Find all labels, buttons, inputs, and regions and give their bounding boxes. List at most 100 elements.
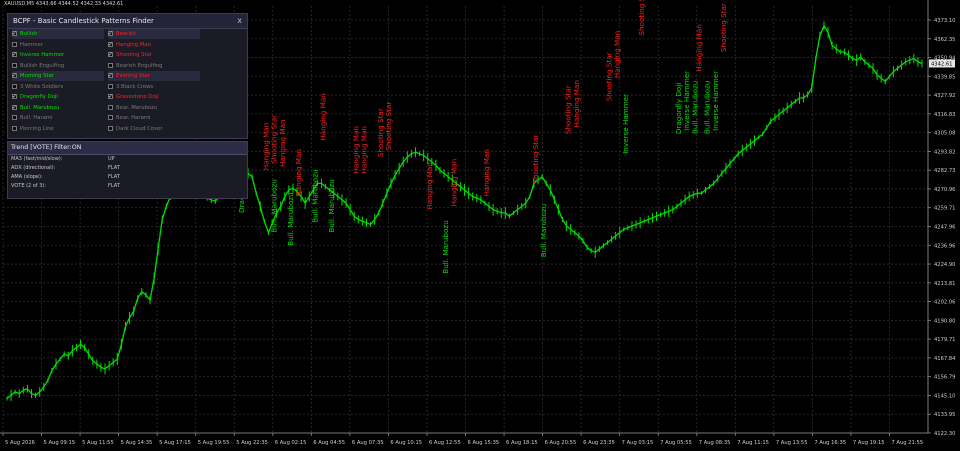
x-tick-label: 6 Aug 20:55 (545, 440, 577, 446)
pattern-toggle[interactable]: Shooting Star (108, 50, 200, 60)
pattern-label: Bear. Harami (116, 115, 151, 121)
pattern-toggle[interactable]: Bear. Harami (108, 113, 200, 123)
pattern-toggle[interactable]: Bearish (108, 29, 200, 39)
pattern-label: Dragonfly Doji (20, 94, 58, 100)
pattern-toggle[interactable]: Dark Cloud Cover (108, 124, 200, 134)
chart-window: 4373.10 4362.35 4350.94 4339.85 4327.92 4316.… (0, 0, 960, 451)
pattern-toggle[interactable]: Gravestone Doji (108, 92, 200, 102)
x-tick-label: 5 Aug 22:35 (236, 440, 268, 446)
checkbox[interactable] (12, 41, 17, 47)
trend-label: MA3 (fast/mid/slow): (11, 156, 63, 162)
pattern-toggle[interactable]: Inverse Hammer (12, 50, 104, 60)
pattern-label: Hammer (20, 41, 43, 48)
pattern-toggle[interactable]: Bear. Marubozu (108, 103, 200, 113)
pattern-toggle[interactable]: Bearish Engulfing (108, 61, 200, 71)
pattern-annotation: Bull. Marubozu (327, 179, 336, 232)
x-tick-label: 6 Aug 15:35 (468, 440, 500, 446)
y-tick-label: 4305.08 (934, 131, 955, 137)
checkbox[interactable] (12, 50, 17, 60)
x-tick-label: 7 Aug 05:55 (660, 440, 692, 446)
pattern-toggle[interactable]: Hanging Man (108, 40, 200, 50)
pattern-annotation: Bull. Marubozu (286, 192, 295, 245)
pattern-annotation: Hanging Man (359, 126, 368, 174)
pattern-toggle[interactable]: Dragonfly Doji (12, 92, 104, 102)
checkbox[interactable] (12, 92, 17, 102)
pattern-label: Dark Cloud Cover (116, 125, 163, 132)
pattern-label: 3 White Soldiers (20, 83, 64, 90)
trend-value: FLAT (108, 183, 120, 189)
checkbox[interactable] (108, 40, 113, 50)
pattern-annotation: Hanging Man (278, 119, 287, 167)
x-tick-label: 5 Aug 14:35 (121, 440, 153, 446)
checkbox[interactable] (108, 115, 113, 120)
checkbox[interactable] (108, 104, 113, 110)
checkbox[interactable] (108, 92, 113, 102)
x-tick-label: 5 Aug 11:55 (82, 440, 114, 446)
pattern-label: Evening Star (116, 73, 150, 79)
pattern-toggle[interactable]: 3 White Soldiers (12, 82, 104, 92)
pattern-toggle[interactable]: Bullish (12, 29, 104, 39)
checkbox[interactable] (108, 50, 113, 60)
checkbox[interactable] (108, 83, 113, 89)
pattern-label: Bearish (116, 31, 136, 37)
y-tick-label: 4270.96 (934, 187, 955, 193)
x-tick-label: 7 Aug 11:15 (737, 440, 769, 446)
checkbox[interactable] (12, 83, 17, 89)
patterns-panel: BCPF - Basic Candlestick Patterns Finder… (7, 13, 248, 139)
pattern-annotation: Hanging Man (294, 149, 303, 197)
x-tick-label: 6 Aug 10:15 (390, 440, 422, 446)
x-tick-label: 6 Aug 02:15 (275, 440, 307, 446)
pattern-label: Piercing Line (20, 125, 54, 132)
y-tick-label: 4202.06 (934, 300, 955, 306)
checkbox[interactable] (12, 62, 17, 68)
x-tick-label: 5 Aug 17:15 (159, 440, 191, 446)
trend-value: FLAT (108, 174, 120, 180)
checkbox[interactable] (12, 115, 17, 120)
pattern-label: Morning Star (20, 73, 54, 79)
pattern-annotation: Hanging Man (482, 149, 491, 196)
pattern-toggle[interactable]: Hammer (12, 40, 104, 50)
y-tick-label: 4190.80 (934, 318, 955, 324)
pattern-toggle[interactable]: Morning Star (12, 71, 104, 81)
checkbox[interactable] (12, 71, 17, 81)
trend-label: ADX (directional): (11, 165, 56, 171)
checkbox[interactable] (108, 71, 113, 81)
x-tick-label: 6 Aug 18:15 (506, 440, 538, 446)
trend-value: FLAT (108, 165, 120, 171)
trend-label: VOTE (2 of 3): (11, 183, 47, 189)
pattern-label: Gravestone Doji (116, 94, 159, 100)
checkbox[interactable] (12, 103, 17, 113)
x-tick-label: 6 Aug 12:55 (429, 440, 461, 446)
pattern-toggle[interactable]: Evening Star (108, 71, 200, 81)
pattern-annotation: Bull. Marubozu (310, 169, 319, 222)
pattern-toggle[interactable]: Piercing Line (12, 124, 104, 134)
pattern-annotation: Inverse Hammer (711, 71, 720, 131)
close-icon[interactable]: x (237, 14, 242, 28)
pattern-toggle[interactable]: Bull. Marubozu (12, 103, 104, 113)
x-tick-label: 6 Aug 07:35 (352, 440, 384, 446)
checkbox[interactable] (108, 62, 113, 68)
checkbox[interactable] (108, 29, 113, 39)
checkbox[interactable] (12, 125, 17, 131)
pattern-annotation: Hanging Man (613, 31, 622, 79)
pattern-annotation: Hanging Man (425, 162, 434, 210)
y-tick-label: 4236.96 (934, 243, 955, 249)
checkbox[interactable] (12, 29, 17, 39)
pattern-toggle[interactable]: Bull. Harami (12, 113, 104, 123)
pattern-annotation: Hanging Man (319, 93, 328, 141)
y-tick-label: 4373.10 (934, 18, 955, 24)
pattern-toggle[interactable]: Bullish Engulfing (12, 61, 104, 71)
pattern-annotation: Hanging Man (449, 159, 458, 207)
y-tick-label: 4327.92 (934, 93, 955, 99)
pattern-annotation: Shooting Star (719, 3, 728, 52)
pattern-label: Bearish Engulfing (116, 62, 163, 69)
x-tick-label: 7 Aug 19:15 (853, 440, 885, 446)
y-tick-label: 4156.79 (934, 375, 955, 381)
y-tick-label: 4145.10 (934, 393, 955, 399)
pattern-label: 3 Black Crows (116, 83, 154, 90)
pattern-toggle[interactable]: 3 Black Crows (108, 82, 200, 92)
pattern-annotation: Bull. Marubozu (441, 220, 450, 273)
panel-header: BCPF - Basic Candlestick Patterns Finder… (8, 14, 247, 29)
y-tick-label: 4179.71 (934, 337, 955, 343)
checkbox[interactable] (108, 125, 113, 131)
